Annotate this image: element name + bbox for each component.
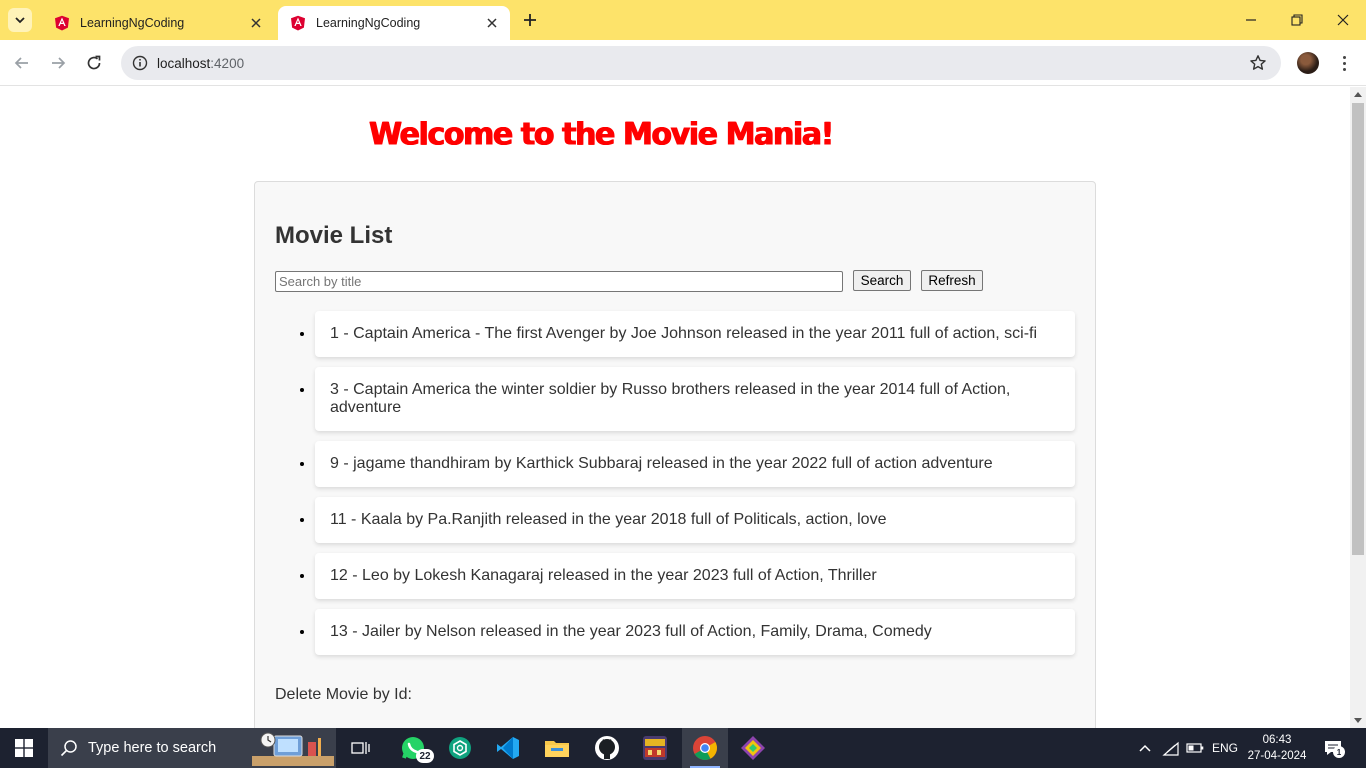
url-text: localhost:4200: [157, 55, 245, 71]
tab-search-button[interactable]: [8, 8, 32, 32]
network-status[interactable]: [1162, 728, 1182, 768]
taskbar-github[interactable]: [584, 728, 630, 768]
github-icon: [595, 736, 619, 760]
taskbar-git-app[interactable]: [730, 728, 776, 768]
taskbar-game-app[interactable]: [632, 728, 678, 768]
reload-icon: [87, 55, 101, 70]
arrow-left-icon: [14, 57, 28, 69]
taskbar-whatsapp[interactable]: 22: [390, 728, 436, 768]
close-window-button[interactable]: [1320, 0, 1366, 40]
scroll-down-arrow-icon[interactable]: [1354, 718, 1362, 723]
arrow-right-icon: [52, 57, 66, 69]
restore-button[interactable]: [1274, 0, 1320, 40]
profile-avatar[interactable]: [1297, 52, 1319, 74]
taskbar-vscode[interactable]: [486, 728, 530, 768]
chrome-icon: [693, 736, 717, 760]
input-language[interactable]: ENG: [1212, 728, 1240, 768]
movie-list: 1 - Captain America - The first Avenger …: [315, 311, 1075, 665]
close-tab-icon[interactable]: [484, 15, 500, 31]
search-icon: [60, 740, 77, 757]
tab-title: LearningNgCoding: [316, 16, 421, 30]
taskbar: Type here to search 22 ENG 06:43 27-04-2…: [0, 728, 1366, 768]
bookmark-star-icon[interactable]: [1249, 54, 1267, 77]
movie-item: 11 - Kaala by Pa.Ranjith released in the…: [315, 497, 1075, 543]
movie-item: 1 - Captain America - The first Avenger …: [315, 311, 1075, 357]
chevron-down-icon: [15, 17, 25, 24]
close-icon: [1337, 14, 1349, 26]
search-button[interactable]: Search: [853, 270, 911, 291]
taskbar-search-placeholder: Type here to search: [88, 740, 217, 756]
taskbar-clock[interactable]: 06:43 27-04-2024: [1244, 732, 1310, 764]
chevron-up-icon: [1139, 744, 1151, 752]
scrollbar-thumb[interactable]: [1352, 103, 1364, 555]
clock-date: 27-04-2024: [1247, 750, 1307, 762]
tab-active[interactable]: LearningNgCoding: [278, 6, 510, 40]
battery-icon: [1186, 743, 1204, 753]
search-input[interactable]: [275, 271, 843, 292]
movie-item: 13 - Jailer by Nelson released in the ye…: [315, 609, 1075, 655]
close-tab-icon[interactable]: [248, 15, 264, 31]
scroll-up-arrow-icon[interactable]: [1354, 92, 1362, 97]
task-view-button[interactable]: [340, 728, 380, 768]
windows-logo-icon: [15, 739, 33, 757]
taskbar-chatgpt[interactable]: [438, 728, 482, 768]
movie-item: 3 - Captain America the winter soldier b…: [315, 367, 1075, 431]
page-viewport: Welcome to the Movie Mania! Movie List S…: [0, 87, 1350, 728]
welcome-heading: Welcome to the Movie Mania!: [369, 116, 834, 153]
search-highlight-illustration-icon: [252, 732, 334, 766]
game-app-icon: [643, 736, 667, 760]
battery-status[interactable]: [1186, 728, 1206, 768]
taskbar-file-explorer[interactable]: [534, 728, 580, 768]
notification-count: 1: [1333, 746, 1345, 758]
show-hidden-icons[interactable]: [1138, 728, 1156, 768]
taskbar-chrome[interactable]: [682, 728, 728, 768]
restore-icon: [1291, 14, 1303, 26]
taskbar-search[interactable]: Type here to search: [48, 728, 336, 768]
new-tab-button[interactable]: [518, 8, 542, 32]
task-view-icon: [351, 742, 370, 754]
whatsapp-badge: 22: [416, 749, 434, 763]
angular-icon: [291, 15, 305, 31]
clock-time: 06:43: [1262, 734, 1292, 746]
angular-icon: [55, 15, 69, 31]
more-options-icon[interactable]: [1334, 52, 1354, 74]
page-scrollbar[interactable]: [1350, 87, 1366, 728]
browser-toolbar: localhost:4200: [0, 40, 1366, 86]
notification-center[interactable]: 1: [1324, 728, 1346, 768]
folder-icon: [545, 741, 569, 757]
movie-list-card: Movie List Search Refresh 1 - Captain Am…: [254, 181, 1096, 728]
site-info-icon[interactable]: [123, 55, 157, 71]
start-button[interactable]: [0, 728, 48, 768]
movie-list-heading: Movie List: [275, 222, 393, 249]
tab-strip: LearningNgCoding LearningNgCoding: [0, 0, 1366, 40]
git-diamond-icon: [741, 736, 765, 760]
address-bar[interactable]: localhost:4200: [121, 46, 1281, 80]
refresh-button[interactable]: Refresh: [921, 270, 983, 291]
plus-icon: [524, 14, 536, 26]
minimize-button[interactable]: [1228, 0, 1274, 40]
back-button[interactable]: [8, 49, 36, 77]
delete-movie-label: Delete Movie by Id:: [275, 686, 412, 703]
movie-item: 9 - jagame thandhiram by Karthick Subbar…: [315, 441, 1075, 487]
tab-title: LearningNgCoding: [80, 16, 185, 30]
tab-inactive[interactable]: LearningNgCoding: [42, 6, 274, 40]
minimize-icon: [1246, 19, 1256, 21]
movie-item: 12 - Leo by Lokesh Kanagaraj released in…: [315, 553, 1075, 599]
vscode-icon: [497, 737, 519, 759]
forward-button[interactable]: [44, 49, 72, 77]
reload-button[interactable]: [80, 49, 108, 77]
chatgpt-icon: [449, 737, 471, 759]
wifi-icon: [1162, 741, 1179, 756]
